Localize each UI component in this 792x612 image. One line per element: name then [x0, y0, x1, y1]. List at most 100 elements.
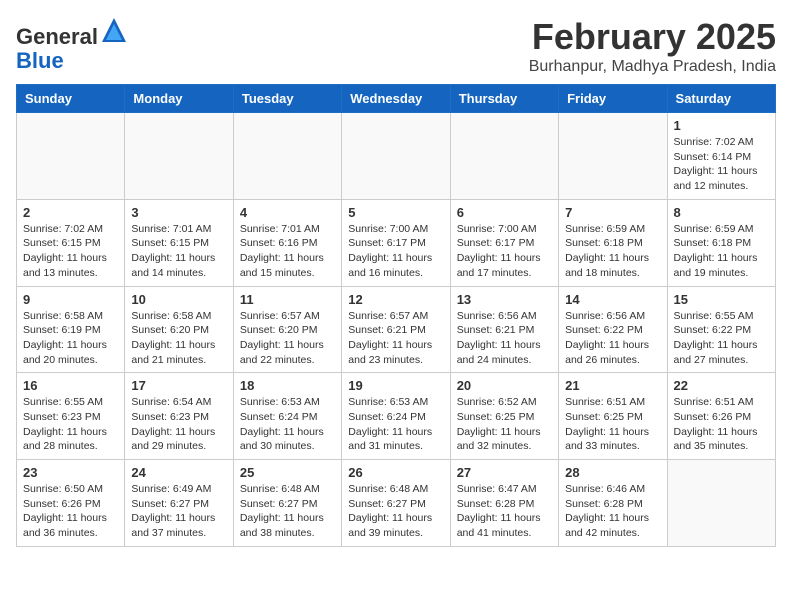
- day-number: 7: [565, 205, 660, 220]
- day-info: Sunrise: 6:57 AM Sunset: 6:21 PM Dayligh…: [348, 309, 443, 368]
- calendar-cell: 1 Sunrise: 7:02 AM Sunset: 6:14 PM Daylig…: [667, 113, 775, 200]
- day-number: 17: [131, 378, 226, 393]
- day-info: Sunrise: 7:02 AM Sunset: 6:14 PM Dayligh…: [674, 135, 769, 194]
- month-title: February 2025: [529, 16, 776, 58]
- calendar-cell: 6 Sunrise: 7:00 AM Sunset: 6:17 PM Daylig…: [450, 199, 558, 286]
- day-info: Sunrise: 6:47 AM Sunset: 6:28 PM Dayligh…: [457, 482, 552, 541]
- day-number: 19: [348, 378, 443, 393]
- calendar-cell: 19 Sunrise: 6:53 AM Sunset: 6:24 PM Dayli…: [342, 373, 450, 460]
- calendar-cell: 28 Sunrise: 6:46 AM Sunset: 6:28 PM Dayli…: [559, 460, 667, 547]
- logo-blue: Blue: [16, 48, 64, 73]
- page-header: General Blue February 2025 Burhanpur, Ma…: [16, 16, 776, 76]
- calendar-cell: [233, 113, 341, 200]
- day-number: 26: [348, 465, 443, 480]
- title-section: February 2025 Burhanpur, Madhya Pradesh,…: [529, 16, 776, 76]
- calendar-week-2: 2Sunrise: 7:02 AM Sunset: 6:15 PM Daylig…: [17, 199, 776, 286]
- day-number: 22: [674, 378, 769, 393]
- calendar-cell: [125, 113, 233, 200]
- calendar-cell: 24 Sunrise: 6:49 AM Sunset: 6:27 PM Dayli…: [125, 460, 233, 547]
- calendar-cell: 17 Sunrise: 6:54 AM Sunset: 6:23 PM Dayli…: [125, 373, 233, 460]
- calendar-week-3: 9 Sunrise: 6:58 AM Sunset: 6:19 PM Daylig…: [17, 286, 776, 373]
- day-info: Sunrise: 6:51 AM Sunset: 6:26 PM Dayligh…: [674, 395, 769, 454]
- day-info: Sunrise: 7:01 AM Sunset: 6:16 PM Dayligh…: [240, 222, 335, 281]
- calendar-cell: 23 Sunrise: 6:50 AM Sunset: 6:26 PM Dayli…: [17, 460, 125, 547]
- day-info: Sunrise: 6:52 AM Sunset: 6:25 PM Dayligh…: [457, 395, 552, 454]
- day-info: Sunrise: 6:54 AM Sunset: 6:23 PM Dayligh…: [131, 395, 226, 454]
- calendar-cell: 16 Sunrise: 6:55 AM Sunset: 6:23 PM Dayli…: [17, 373, 125, 460]
- day-info: Sunrise: 6:49 AM Sunset: 6:27 PM Dayligh…: [131, 482, 226, 541]
- calendar-cell: 20 Sunrise: 6:52 AM Sunset: 6:25 PM Dayli…: [450, 373, 558, 460]
- calendar-cell: 8 Sunrise: 6:59 AM Sunset: 6:18 PM Daylig…: [667, 199, 775, 286]
- day-info: Sunrise: 6:55 AM Sunset: 6:22 PM Dayligh…: [674, 309, 769, 368]
- calendar-cell: 13 Sunrise: 6:56 AM Sunset: 6:21 PM Dayli…: [450, 286, 558, 373]
- day-info: Sunrise: 6:58 AM Sunset: 6:20 PM Dayligh…: [131, 309, 226, 368]
- weekday-header-sunday: Sunday: [17, 85, 125, 113]
- logo-icon: [100, 16, 128, 44]
- day-number: 18: [240, 378, 335, 393]
- day-info: Sunrise: 6:56 AM Sunset: 6:21 PM Dayligh…: [457, 309, 552, 368]
- day-number: 4: [240, 205, 335, 220]
- day-info: Sunrise: 6:55 AM Sunset: 6:23 PM Dayligh…: [23, 395, 118, 454]
- logo-general: General: [16, 24, 98, 49]
- day-info: Sunrise: 7:00 AM Sunset: 6:17 PM Dayligh…: [348, 222, 443, 281]
- day-number: 24: [131, 465, 226, 480]
- weekday-header-tuesday: Tuesday: [233, 85, 341, 113]
- day-info: Sunrise: 6:56 AM Sunset: 6:22 PM Dayligh…: [565, 309, 660, 368]
- day-number: 10: [131, 292, 226, 307]
- day-number: 20: [457, 378, 552, 393]
- day-info: Sunrise: 6:53 AM Sunset: 6:24 PM Dayligh…: [348, 395, 443, 454]
- calendar-cell: 15 Sunrise: 6:55 AM Sunset: 6:22 PM Dayli…: [667, 286, 775, 373]
- day-info: Sunrise: 6:46 AM Sunset: 6:28 PM Dayligh…: [565, 482, 660, 541]
- calendar-cell: [667, 460, 775, 547]
- weekday-header-monday: Monday: [125, 85, 233, 113]
- calendar-cell: 18Sunrise: 6:53 AM Sunset: 6:24 PM Dayli…: [233, 373, 341, 460]
- calendar-cell: 22 Sunrise: 6:51 AM Sunset: 6:26 PM Dayli…: [667, 373, 775, 460]
- day-number: 25: [240, 465, 335, 480]
- day-number: 1: [674, 118, 769, 133]
- day-number: 5: [348, 205, 443, 220]
- day-number: 16: [23, 378, 118, 393]
- calendar-cell: [559, 113, 667, 200]
- day-number: 8: [674, 205, 769, 220]
- day-info: Sunrise: 7:00 AM Sunset: 6:17 PM Dayligh…: [457, 222, 552, 281]
- day-number: 23: [23, 465, 118, 480]
- weekday-header-saturday: Saturday: [667, 85, 775, 113]
- calendar-cell: 5 Sunrise: 7:00 AM Sunset: 6:17 PM Daylig…: [342, 199, 450, 286]
- day-number: 13: [457, 292, 552, 307]
- day-info: Sunrise: 6:58 AM Sunset: 6:19 PM Dayligh…: [23, 309, 118, 368]
- calendar-cell: 2Sunrise: 7:02 AM Sunset: 6:15 PM Daylig…: [17, 199, 125, 286]
- day-number: 11: [240, 292, 335, 307]
- day-info: Sunrise: 6:59 AM Sunset: 6:18 PM Dayligh…: [674, 222, 769, 281]
- weekday-header-thursday: Thursday: [450, 85, 558, 113]
- day-info: Sunrise: 6:57 AM Sunset: 6:20 PM Dayligh…: [240, 309, 335, 368]
- calendar-cell: 12 Sunrise: 6:57 AM Sunset: 6:21 PM Dayli…: [342, 286, 450, 373]
- calendar-cell: 26 Sunrise: 6:48 AM Sunset: 6:27 PM Dayli…: [342, 460, 450, 547]
- logo: General Blue: [16, 16, 128, 73]
- calendar-cell: 3Sunrise: 7:01 AM Sunset: 6:15 PM Daylig…: [125, 199, 233, 286]
- day-info: Sunrise: 7:02 AM Sunset: 6:15 PM Dayligh…: [23, 222, 118, 281]
- calendar-cell: 14 Sunrise: 6:56 AM Sunset: 6:22 PM Dayli…: [559, 286, 667, 373]
- day-info: Sunrise: 6:59 AM Sunset: 6:18 PM Dayligh…: [565, 222, 660, 281]
- calendar-cell: 21Sunrise: 6:51 AM Sunset: 6:25 PM Dayli…: [559, 373, 667, 460]
- calendar-cell: 25Sunrise: 6:48 AM Sunset: 6:27 PM Dayli…: [233, 460, 341, 547]
- calendar-week-4: 16 Sunrise: 6:55 AM Sunset: 6:23 PM Dayli…: [17, 373, 776, 460]
- weekday-header-friday: Friday: [559, 85, 667, 113]
- location: Burhanpur, Madhya Pradesh, India: [529, 58, 776, 76]
- day-number: 14: [565, 292, 660, 307]
- day-info: Sunrise: 6:50 AM Sunset: 6:26 PM Dayligh…: [23, 482, 118, 541]
- calendar-cell: 27Sunrise: 6:47 AM Sunset: 6:28 PM Dayli…: [450, 460, 558, 547]
- day-number: 12: [348, 292, 443, 307]
- day-number: 9: [23, 292, 118, 307]
- calendar-cell: [342, 113, 450, 200]
- day-info: Sunrise: 7:01 AM Sunset: 6:15 PM Dayligh…: [131, 222, 226, 281]
- calendar-week-5: 23 Sunrise: 6:50 AM Sunset: 6:26 PM Dayli…: [17, 460, 776, 547]
- day-number: 6: [457, 205, 552, 220]
- weekday-header-row: SundayMondayTuesdayWednesdayThursdayFrid…: [17, 85, 776, 113]
- calendar: SundayMondayTuesdayWednesdayThursdayFrid…: [16, 84, 776, 547]
- calendar-week-1: 1 Sunrise: 7:02 AM Sunset: 6:14 PM Daylig…: [17, 113, 776, 200]
- day-info: Sunrise: 6:48 AM Sunset: 6:27 PM Dayligh…: [348, 482, 443, 541]
- day-number: 28: [565, 465, 660, 480]
- calendar-cell: 7 Sunrise: 6:59 AM Sunset: 6:18 PM Daylig…: [559, 199, 667, 286]
- calendar-cell: [17, 113, 125, 200]
- day-number: 15: [674, 292, 769, 307]
